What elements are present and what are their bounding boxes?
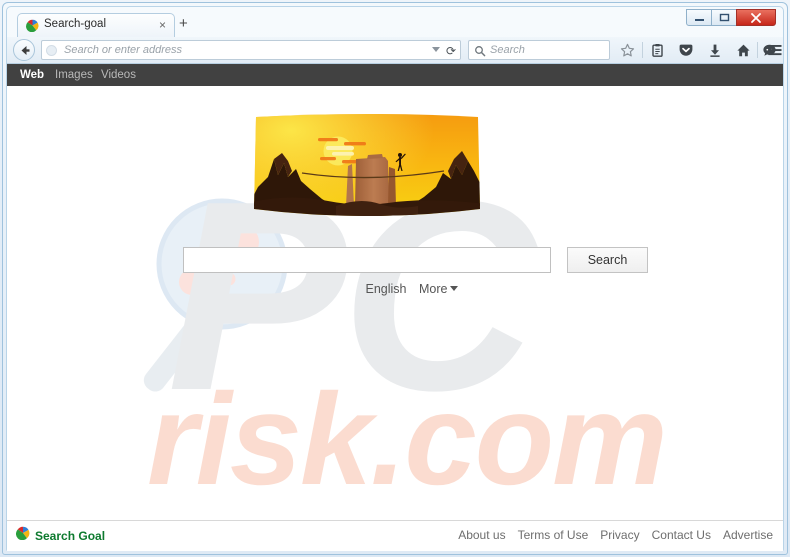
footer-link-contact-us[interactable]: Contact Us (652, 528, 711, 542)
svg-text:risk.com: risk.com (147, 366, 666, 512)
language-more-link[interactable]: More (419, 282, 447, 296)
pocket-icon[interactable] (676, 40, 696, 60)
bookmark-star-icon[interactable] (617, 40, 637, 60)
page-footer: Search Goal About us Terms of Use Privac… (7, 521, 783, 551)
downloads-icon[interactable] (705, 40, 725, 60)
tab-title: Search-goal (44, 18, 107, 30)
browser-window: Search-goal × + Search or enter address … (0, 0, 790, 557)
footer-link-terms-of-use[interactable]: Terms of Use (518, 528, 589, 542)
footer-link-privacy[interactable]: Privacy (600, 528, 639, 542)
search-button[interactable]: Search (567, 247, 648, 273)
site-nav-item-videos[interactable]: Videos (101, 69, 136, 81)
address-bar-placeholder: Search or enter address (64, 44, 183, 56)
toolbar-separator-2 (757, 42, 758, 58)
footer-link-advertise[interactable]: Advertise (723, 528, 773, 542)
site-nav-item-web[interactable]: Web (20, 69, 44, 81)
close-window-button[interactable] (736, 9, 776, 26)
chevron-down-icon[interactable] (432, 47, 440, 52)
search-goal-favicon (26, 19, 39, 33)
language-row: English More (183, 282, 641, 300)
browser-tab[interactable]: Search-goal × (17, 13, 175, 37)
home-icon[interactable] (733, 40, 753, 60)
reload-icon[interactable]: ⟳ (446, 44, 456, 58)
language-english-link[interactable]: English (366, 282, 407, 296)
site-nav-bar: Web Images Videos (7, 64, 783, 86)
desert-sunset-tightrope-banner (248, 111, 486, 223)
window-controls (686, 9, 776, 26)
site-nav-item-images[interactable]: Images (55, 69, 93, 81)
minimize-button[interactable] (686, 9, 712, 26)
search-input[interactable] (183, 247, 551, 273)
back-arrow-icon[interactable] (13, 39, 35, 61)
page-identity-icon (46, 45, 57, 56)
footer-logo[interactable]: Search Goal (15, 526, 106, 545)
new-tab-button[interactable]: + (179, 16, 188, 31)
chevron-down-icon[interactable] (450, 286, 459, 291)
footer-logo-text: Search Goal (35, 528, 106, 543)
footer-link-about-us[interactable]: About us (458, 528, 505, 542)
address-bar[interactable]: Search or enter address ⟳ (41, 40, 461, 60)
footer-links: About us Terms of Use Privacy Contact Us… (458, 528, 773, 542)
site-search-row: Search (183, 247, 648, 273)
search-icon (474, 44, 486, 62)
menu-hamburger-icon[interactable] (765, 40, 785, 60)
tab-strip: Search-goal × + (7, 7, 783, 37)
maximize-button[interactable] (711, 9, 737, 26)
browser-toolbar: Search or enter address ⟳ Search (7, 37, 783, 64)
page-content: Web Images Videos PC risk.com Search Eng… (7, 64, 783, 551)
toolbar-separator (642, 42, 643, 58)
browser-search-placeholder: Search (490, 44, 525, 56)
search-goal-logo-icon (15, 526, 30, 545)
tab-close-button[interactable]: × (159, 18, 166, 32)
reading-list-icon[interactable] (647, 40, 667, 60)
browser-search-bar[interactable]: Search (468, 40, 610, 60)
